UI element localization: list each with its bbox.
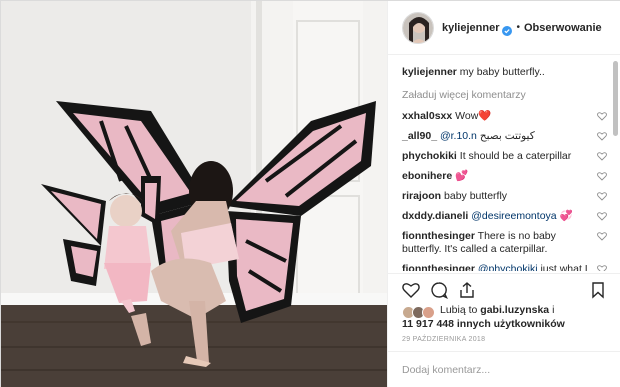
comment-username[interactable]: xxhal0sxx	[402, 110, 452, 122]
comment-item: fionnthesinger @phychokiki just what I t…	[402, 263, 607, 271]
instagram-post: kyliejenner • Obserwowanie kyliejenner m…	[0, 0, 620, 387]
comments-list[interactable]: kyliejenner my baby butterfly.. Załaduj …	[388, 56, 620, 271]
like-comment-heart-icon[interactable]	[597, 264, 607, 271]
post-actions-bar	[388, 273, 620, 303]
caption-username[interactable]: kyliejenner	[402, 66, 457, 78]
post-photo-image	[1, 1, 387, 387]
like-comment-heart-icon[interactable]	[597, 151, 607, 161]
comment-username[interactable]: fionnthesinger	[402, 230, 475, 242]
comment-item: xxhal0sxx Wow❤️	[402, 110, 607, 123]
likes-first-user[interactable]: gabi.luzynska	[480, 304, 549, 316]
caption-text: my baby butterfly..	[459, 66, 545, 78]
post-photo[interactable]	[1, 1, 387, 387]
like-comment-heart-icon[interactable]	[597, 111, 607, 121]
post-caption: kyliejenner my baby butterfly..	[402, 65, 607, 79]
following-button[interactable]: Obserwowanie	[524, 22, 602, 34]
load-more-comments-button[interactable]: Załaduj więcej komentarzy	[402, 89, 607, 101]
comment-item: _all90_ @r.10.n كيوتتت بصبح	[402, 130, 607, 143]
header-separator: •	[516, 22, 520, 33]
comment-item: fionnthesinger There is no baby butterfl…	[402, 230, 607, 256]
comment-username[interactable]: rirajoon	[402, 190, 441, 202]
like-comment-heart-icon[interactable]	[597, 131, 607, 141]
comment-username[interactable]: phychokiki	[402, 150, 457, 162]
post-date[interactable]: 29 PAŹDZIERNIKA 2018	[402, 336, 485, 343]
like-comment-heart-icon[interactable]	[597, 171, 607, 181]
comment-mention[interactable]: @r.10.n	[440, 130, 477, 142]
likes-prefix: Lubią to	[440, 304, 478, 316]
save-bookmark-icon[interactable]	[589, 281, 607, 299]
add-comment-input[interactable]	[402, 361, 607, 379]
comment-mention[interactable]: @desireemontoya	[471, 210, 556, 222]
post-header: kyliejenner • Obserwowanie	[388, 1, 620, 55]
like-comment-heart-icon[interactable]	[597, 231, 607, 241]
comment-text: baby butterfly	[444, 190, 508, 202]
comment-username[interactable]: fionnthesinger	[402, 263, 475, 271]
add-comment-section	[388, 351, 620, 387]
comment-mention[interactable]: @phychokiki	[478, 263, 538, 271]
like-heart-icon[interactable]	[402, 281, 420, 299]
comment-text: Wow	[455, 110, 479, 122]
comment-username[interactable]: ebonihere	[402, 170, 452, 182]
likes-text-line1: Lubią to gabi.luzynska i	[440, 304, 554, 317]
like-comment-heart-icon[interactable]	[597, 191, 607, 201]
comment-bubble-icon[interactable]	[430, 281, 448, 299]
likes-connector: i	[552, 304, 555, 316]
header-username[interactable]: kyliejenner	[442, 22, 499, 34]
comment-username[interactable]: dxddy.dianeli	[402, 210, 468, 222]
comment-item: phychokiki It should be a caterpillar	[402, 150, 607, 163]
comment-item: rirajoon baby butterfly	[402, 190, 607, 203]
like-comment-heart-icon[interactable]	[597, 211, 607, 221]
likes-summary: Lubią to gabi.luzynska i 11 917 448 inny…	[402, 304, 617, 334]
comment-item: ebonihere 💕	[402, 170, 607, 183]
likes-count[interactable]: 11 917 448 innych użytkowników	[402, 318, 565, 331]
share-icon[interactable]	[458, 281, 476, 299]
comment-item: dxddy.dianeli @desireemontoya 💞	[402, 210, 607, 223]
comment-username[interactable]: _all90_	[402, 130, 437, 142]
comment-text: كيوتتت بصبح	[479, 130, 535, 142]
post-sidebar: kyliejenner • Obserwowanie kyliejenner m…	[387, 1, 620, 387]
verified-badge-icon	[502, 23, 513, 36]
comment-text: It should be a caterpillar	[459, 150, 572, 162]
comment-emoji: 💕	[455, 170, 469, 182]
avatar[interactable]	[402, 11, 434, 44]
comment-emoji: ❤️	[478, 110, 492, 122]
comment-emoji: 💞	[559, 210, 573, 222]
comments-scrollbar[interactable]	[613, 61, 618, 136]
